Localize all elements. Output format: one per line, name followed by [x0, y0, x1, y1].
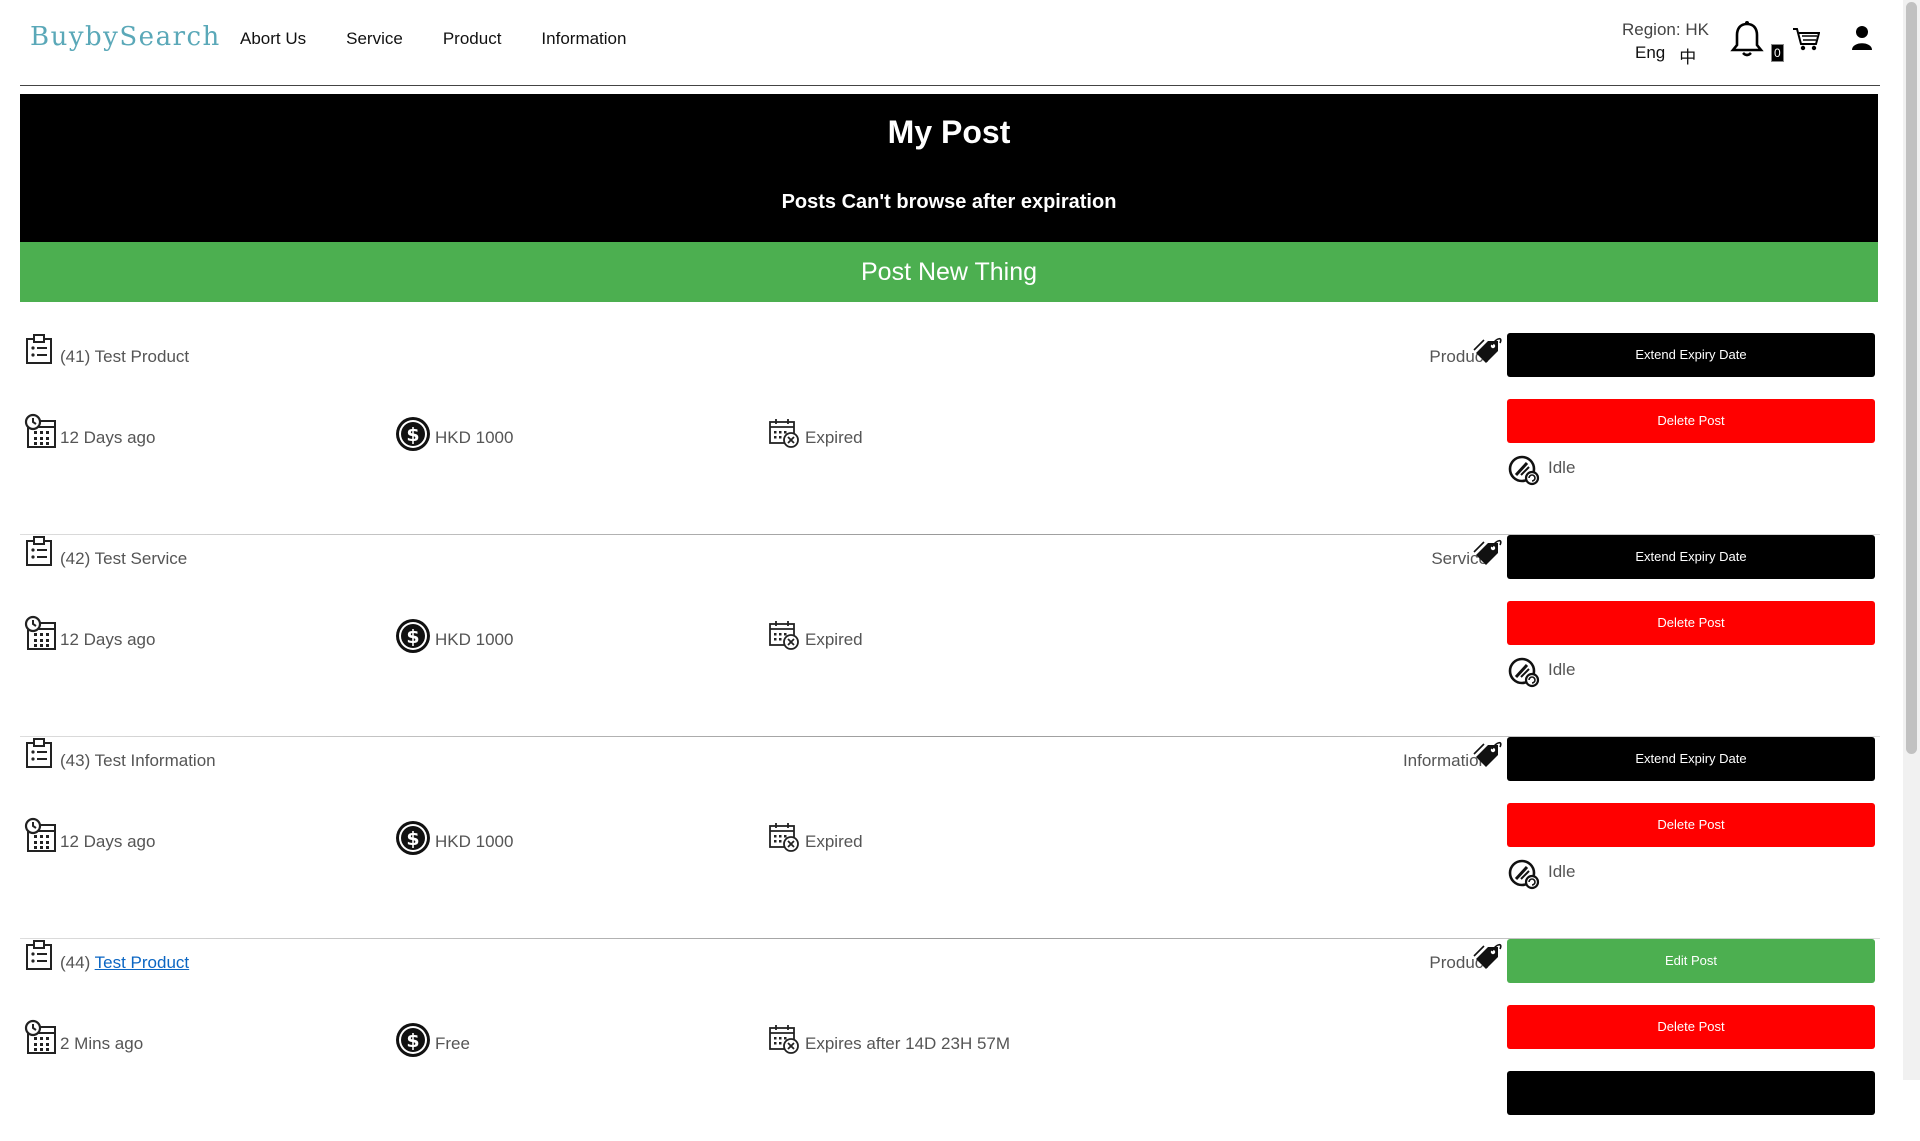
post-price: Free	[435, 1034, 470, 1053]
post-id: (42)	[60, 549, 91, 568]
delete-post-button[interactable]: Delete Post	[1507, 1005, 1875, 1049]
scrollbar-thumb[interactable]	[1906, 2, 1917, 754]
post-title-link[interactable]: Test Product	[95, 953, 190, 972]
dollar-icon: $	[394, 819, 432, 862]
post-price: HKD 1000	[435, 832, 514, 851]
nav-about-us[interactable]: Abort Us	[240, 29, 306, 49]
post-id: (41)	[60, 347, 91, 366]
clipboard-icon	[24, 939, 54, 976]
tag-icon	[1472, 737, 1504, 774]
cart-count-badge: 0	[1771, 44, 1784, 62]
status-icon	[1507, 655, 1541, 694]
lang-chinese[interactable]: 中	[1679, 43, 1696, 68]
dollar-icon: $	[394, 617, 432, 660]
post-status: Idle	[1548, 862, 1576, 881]
lang-english[interactable]: Eng	[1635, 43, 1665, 68]
post-status: Idle	[1548, 660, 1576, 679]
nav-service[interactable]: Service	[346, 29, 403, 49]
header-divider	[20, 85, 1880, 86]
post-expiry: Expired	[805, 630, 863, 649]
post-price: HKD 1000	[435, 428, 514, 447]
page-banner: My Post Posts Can't browse after expirat…	[20, 94, 1878, 242]
site-logo[interactable]: BuybySearch	[30, 22, 221, 52]
region-label[interactable]: Region: HK	[1622, 20, 1709, 40]
dollar-icon: $	[394, 1021, 432, 1064]
post-title: Test Service	[94, 549, 188, 568]
user-icon[interactable]	[1850, 24, 1874, 57]
calendar-clock-icon	[24, 615, 58, 656]
clipboard-icon	[24, 737, 54, 774]
calendar-expired-icon	[768, 417, 800, 454]
post-row: (42) Test Service Service Extend Expiry Da…	[20, 535, 1880, 737]
extend-expiry-date-button[interactable]: Extend Expiry Date	[1507, 333, 1875, 377]
delete-post-button[interactable]: Delete Post	[1507, 399, 1875, 443]
dollar-icon: $	[394, 415, 432, 458]
post-date: 12 Days ago	[60, 832, 156, 851]
nav-information[interactable]: Information	[541, 29, 626, 49]
post-status: Idle	[1548, 458, 1576, 477]
nav-product[interactable]: Product	[443, 29, 502, 49]
extend-expiry-date-button[interactable]: Extend Expiry Date	[1507, 535, 1875, 579]
main-nav: Abort Us Service Product Information	[240, 29, 626, 49]
extend-expiry-date-button[interactable]: Extend Expiry Date	[1507, 737, 1875, 781]
language-switch: Eng 中	[1635, 43, 1696, 68]
post-id: (44)	[60, 953, 91, 972]
post-title-line: (42) Test Service	[60, 549, 187, 569]
post-title: Test Product	[94, 347, 190, 366]
post-expiry: Expires after 14D 23H 57M	[805, 1034, 1011, 1053]
post-title-line: (43) Test Information	[60, 751, 216, 771]
page-subtitle: Posts Can't browse after expiration	[781, 191, 1117, 213]
tag-icon	[1472, 333, 1504, 370]
post-expiry: Expired	[805, 832, 863, 851]
post-date: 12 Days ago	[60, 630, 156, 649]
post-expiry: Expired	[805, 428, 863, 447]
svg-text:$: $	[406, 1030, 419, 1052]
clipboard-icon	[24, 535, 54, 572]
page-title: My Post	[887, 114, 1011, 150]
post-date: 12 Days ago	[60, 428, 156, 447]
calendar-expired-icon	[768, 1023, 800, 1060]
post-price: HKD 1000	[435, 630, 514, 649]
top-header: BuybySearch Abort Us Service Product Inf…	[0, 0, 1900, 84]
svg-text:$: $	[406, 828, 419, 850]
post-date: 2 Mins ago	[60, 1034, 144, 1053]
cart-icon[interactable]	[1792, 26, 1821, 57]
svg-text:$: $	[406, 424, 419, 446]
tag-icon	[1472, 535, 1504, 572]
clipboard-icon	[24, 333, 54, 370]
status-icon	[1507, 453, 1541, 492]
post-title-line: (44) Test Product	[60, 953, 189, 973]
post-row: (41) Test Product Product Extend Expiry Da…	[20, 333, 1880, 535]
svg-text:$: $	[406, 626, 419, 648]
status-icon	[1507, 857, 1541, 896]
delete-post-button[interactable]: Delete Post	[1507, 601, 1875, 645]
post-row: (43) Test Information Information Extend E…	[20, 737, 1880, 939]
delete-post-button[interactable]: Delete Post	[1507, 803, 1875, 847]
calendar-clock-icon	[24, 817, 58, 858]
calendar-clock-icon	[24, 1019, 58, 1060]
post-new-thing-button[interactable]: Post New Thing	[20, 242, 1878, 302]
post-title: Test Information	[94, 751, 216, 770]
more-action-button[interactable]	[1507, 1071, 1875, 1115]
post-row: (44) Test Product Product Edit Post Delete …	[20, 939, 1880, 1141]
calendar-expired-icon	[768, 619, 800, 656]
bell-icon[interactable]	[1730, 20, 1764, 63]
tag-icon	[1472, 939, 1504, 976]
edit-post-button[interactable]: Edit Post	[1507, 939, 1875, 983]
calendar-expired-icon	[768, 821, 800, 858]
calendar-clock-icon	[24, 413, 58, 454]
post-id: (43)	[60, 751, 91, 770]
post-title-line: (41) Test Product	[60, 347, 189, 367]
